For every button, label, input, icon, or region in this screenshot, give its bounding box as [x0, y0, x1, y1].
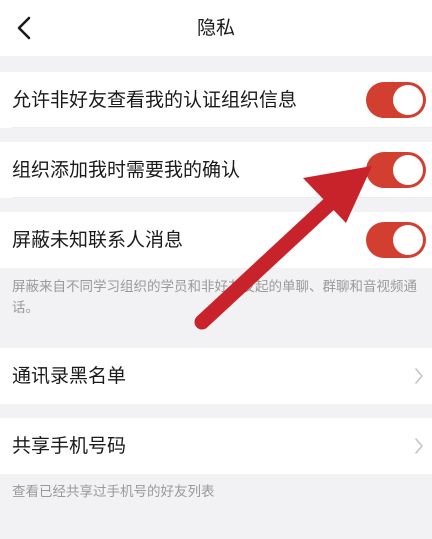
toggle-org-add-confirm[interactable]	[366, 152, 426, 188]
setting-label-show-org-info: 允许非好友查看我的认证组织信息	[12, 89, 298, 111]
chevron-right-icon	[415, 368, 423, 384]
nav-bar: 隐私	[0, 0, 432, 56]
chevron-left-icon	[17, 16, 31, 40]
page-title: 隐私	[196, 17, 235, 39]
block-unknown-note: 屏蔽来自不同学习组织的学员和非好友发起的单聊、群聊和音视频通话。	[12, 279, 417, 316]
back-button[interactable]	[6, 10, 42, 46]
setting-label-block-unknown: 屏蔽未知联系人消息	[12, 229, 184, 251]
toggle-knob	[393, 85, 423, 115]
setting-label-org-add-confirm: 组织添加我时需要我的确认	[12, 159, 241, 181]
setting-row-org-add-confirm: 组织添加我时需要我的确认	[0, 142, 432, 198]
toggle-block-unknown[interactable]	[366, 222, 426, 258]
toggle-knob	[393, 225, 423, 255]
toggle-knob	[393, 155, 423, 185]
row-divider	[12, 197, 432, 198]
toggle-show-org-info[interactable]	[366, 82, 426, 118]
share-phone-note: 查看已经共享过手机号的好友列表	[12, 484, 215, 500]
chevron-right-icon	[415, 438, 423, 454]
setting-row-block-unknown: 屏蔽未知联系人消息	[0, 212, 432, 268]
row-divider	[12, 127, 432, 128]
setting-row-share-phone[interactable]: 共享手机号码	[0, 418, 432, 474]
setting-row-show-org-info: 允许非好友查看我的认证组织信息	[0, 72, 432, 128]
setting-label-share-phone: 共享手机号码	[12, 435, 127, 457]
setting-label-blacklist: 通讯录黑名单	[12, 365, 127, 387]
setting-row-blacklist[interactable]: 通讯录黑名单	[0, 348, 432, 404]
